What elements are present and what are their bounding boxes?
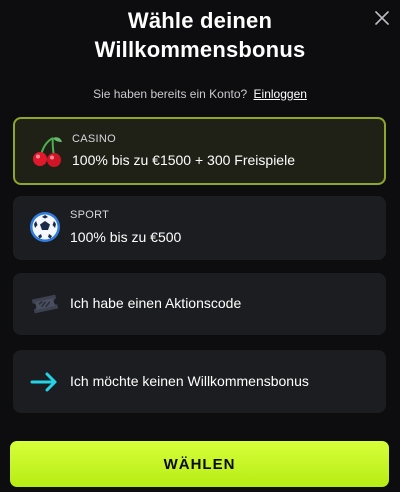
option-category: CASINO <box>72 133 116 145</box>
bonus-option-promo-code[interactable]: Ich habe einen Aktionscode <box>13 273 386 335</box>
option-text: 100% bis zu €500 <box>70 229 182 245</box>
soccer-ball-icon <box>30 212 60 242</box>
bonus-option-sport[interactable]: SPORT 100% bis zu €500 <box>13 196 386 260</box>
option-text: Ich möchte keinen Willkommensbonus <box>70 373 309 389</box>
dialog-title: Wähle deinen Willkommensbonus <box>40 6 360 64</box>
title-line-1: Wähle deinen <box>127 8 273 33</box>
select-button[interactable]: WÄHLEN <box>10 441 389 487</box>
login-prompt: Sie haben bereits ein Konto? Einloggen <box>0 87 400 101</box>
arrow-right-icon <box>30 372 57 392</box>
cherries-icon <box>33 137 62 167</box>
ticket-icon <box>31 294 59 314</box>
title-line-2: Willkommensbonus <box>94 37 306 62</box>
option-text: Ich habe einen Aktionscode <box>70 295 242 311</box>
login-link[interactable]: Einloggen <box>254 87 307 101</box>
close-icon[interactable] <box>374 10 390 26</box>
bonus-option-casino[interactable]: CASINO 100% bis zu €1500 + 300 Freispiel… <box>13 117 386 185</box>
option-category: SPORT <box>70 209 110 221</box>
option-text: 100% bis zu €1500 + 300 Freispiele <box>72 152 295 168</box>
login-prompt-text: Sie haben bereits ein Konto? <box>93 87 248 101</box>
bonus-option-no-bonus[interactable]: Ich möchte keinen Willkommensbonus <box>13 350 386 413</box>
